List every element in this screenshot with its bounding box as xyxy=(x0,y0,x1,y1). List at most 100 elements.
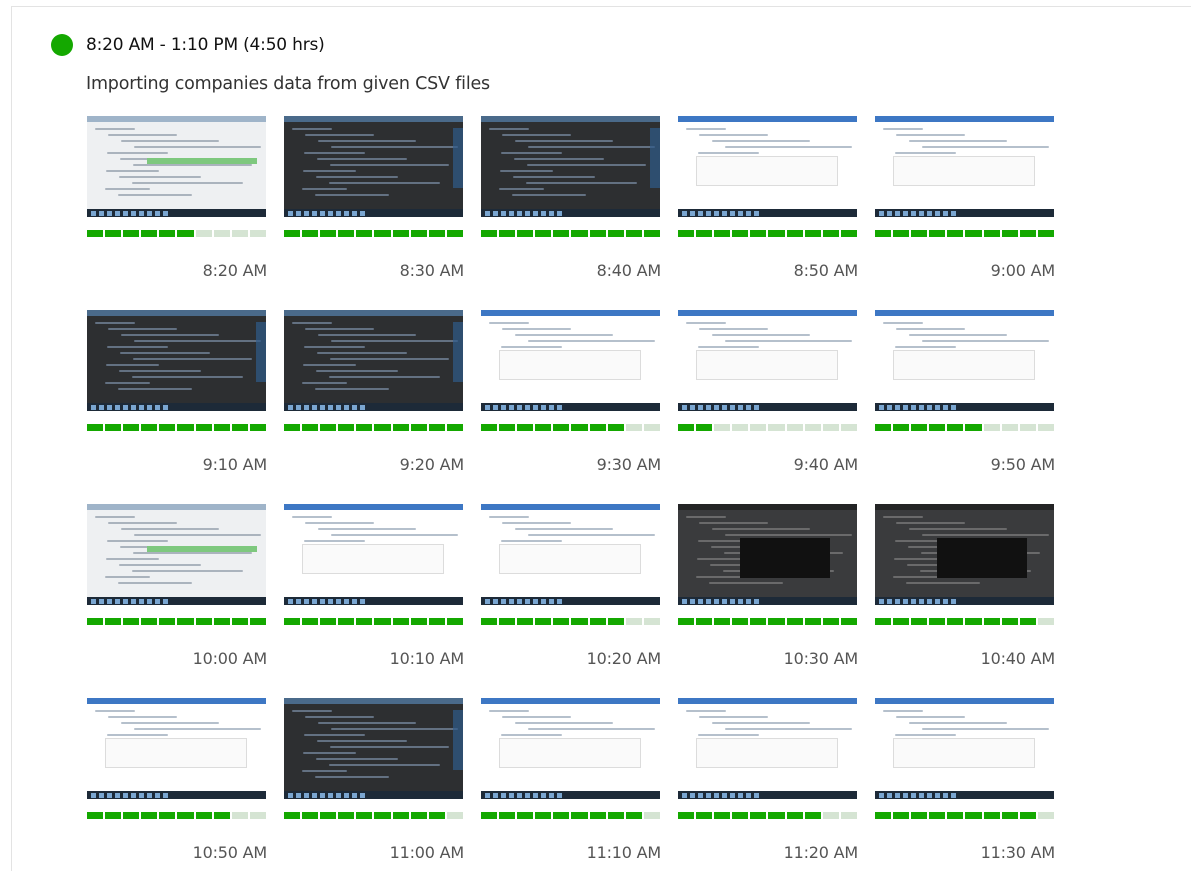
thumbnail-text-line xyxy=(318,140,416,142)
taskbar-app-icon xyxy=(951,211,956,216)
taskbar-app-icon xyxy=(131,405,136,410)
taskbar-app-icon xyxy=(320,793,325,798)
thumbnail-text-line xyxy=(709,582,783,584)
thumbnail-text-line xyxy=(121,140,219,142)
taskbar-app-icon xyxy=(147,793,152,798)
screenshot-thumbnail[interactable] xyxy=(284,310,463,411)
taskbar-app-icon xyxy=(541,793,546,798)
activity-segment xyxy=(231,618,248,625)
thumbnail-text-line xyxy=(698,346,759,348)
activity-segment xyxy=(875,812,892,819)
taskbar-app-icon xyxy=(312,793,317,798)
taskbar-app-icon xyxy=(706,211,711,216)
activity-segment xyxy=(481,618,498,625)
taskbar-app-icon xyxy=(533,405,538,410)
taskbar-app-icon xyxy=(99,793,104,798)
screenshot-thumbnail[interactable] xyxy=(875,504,1054,605)
thumbnail-text-line xyxy=(305,328,374,330)
screenshot-thumbnail[interactable] xyxy=(875,116,1054,217)
screenshot-thumbnail[interactable] xyxy=(284,504,463,605)
screenshot-thumbnail[interactable] xyxy=(481,310,660,411)
activity-segment xyxy=(553,812,570,819)
taskbar-app-icon xyxy=(99,211,104,216)
snapshot-time: 11:20 AM xyxy=(783,843,859,862)
screenshot-thumbnail[interactable] xyxy=(87,116,266,217)
taskbar-app-icon xyxy=(312,599,317,604)
session-memo: Importing companies data from given CSV … xyxy=(86,74,490,94)
activity-segment xyxy=(195,230,212,237)
taskbar-app-icon xyxy=(155,405,160,410)
activity-segment xyxy=(141,812,158,819)
taskbar-app-icon xyxy=(690,405,695,410)
taskbar-app-icon xyxy=(903,405,908,410)
activity-segment xyxy=(840,230,857,237)
thumbnail-text-line xyxy=(303,752,356,754)
screenshot-thumbnail[interactable] xyxy=(284,698,463,799)
screenshot-thumbnail[interactable] xyxy=(87,310,266,411)
activity-segment xyxy=(607,230,624,237)
snapshot-time: 8:50 AM xyxy=(793,261,859,280)
thumbnail-text-line xyxy=(318,722,416,724)
taskbar-app-icon xyxy=(344,405,349,410)
screenshot-thumbnail[interactable] xyxy=(875,310,1054,411)
screenshot-thumbnail[interactable] xyxy=(87,504,266,605)
thumbnail-text-line xyxy=(502,134,571,136)
thumbnail-text-line xyxy=(118,194,192,196)
thumbnail-text-line xyxy=(134,728,261,730)
activity-segment xyxy=(643,424,660,431)
activity-segment xyxy=(947,230,964,237)
screenshot-thumbnail[interactable] xyxy=(678,698,857,799)
activity-segment xyxy=(607,424,624,431)
snapshot-time: 9:00 AM xyxy=(990,261,1056,280)
activity-segment xyxy=(804,812,821,819)
taskbar-app-icon xyxy=(288,599,293,604)
taskbar-app-icon xyxy=(722,211,727,216)
screenshot-thumbnail[interactable] xyxy=(678,504,857,605)
taskbar-app-icon xyxy=(722,793,727,798)
thumbnail-text-line xyxy=(895,346,956,348)
taskbar-app-icon xyxy=(714,793,719,798)
thumbnail-titlebar xyxy=(875,698,1054,704)
screenshot-thumbnail[interactable] xyxy=(678,116,857,217)
activity-segment xyxy=(678,230,695,237)
taskbar-app-icon xyxy=(722,599,727,604)
taskbar-app-icon xyxy=(517,599,522,604)
screenshot-thumbnail[interactable] xyxy=(678,310,857,411)
taskbar-app-icon xyxy=(485,599,490,604)
thumbnail-text-line xyxy=(514,158,604,160)
taskbar-app-icon xyxy=(147,405,152,410)
screenshot-thumbnail[interactable] xyxy=(875,698,1054,799)
taskbar-app-icon xyxy=(131,211,136,216)
taskbar-app-icon xyxy=(509,793,514,798)
screenshot-thumbnail[interactable] xyxy=(481,698,660,799)
screenshot-thumbnail[interactable] xyxy=(481,504,660,605)
activity-segment xyxy=(1037,424,1054,431)
thumbnail-text-line xyxy=(302,188,347,190)
activity-segment xyxy=(499,812,516,819)
thumbnail-text-line xyxy=(292,322,332,324)
activity-segment xyxy=(481,812,498,819)
screenshot-thumbnail[interactable] xyxy=(87,698,266,799)
thumbnail-text-line xyxy=(712,528,810,530)
activity-segment xyxy=(822,230,839,237)
taskbar-app-icon xyxy=(501,599,506,604)
activity-segment xyxy=(965,812,982,819)
thumbnail-text-line xyxy=(330,164,449,166)
activity-segment xyxy=(535,424,552,431)
screenshot-thumbnail[interactable] xyxy=(481,116,660,217)
thumbnail-content-box xyxy=(499,544,641,574)
activity-segment xyxy=(249,812,266,819)
taskbar-app-icon xyxy=(304,599,309,604)
thumbnail-text-line xyxy=(331,340,458,342)
thumbnail-text-line xyxy=(315,194,389,196)
thumbnail-text-line xyxy=(120,352,210,354)
thumbnail-text-line xyxy=(119,176,201,178)
activity-segment xyxy=(696,618,713,625)
screenshot-thumbnail[interactable] xyxy=(284,116,463,217)
taskbar-app-icon xyxy=(541,211,546,216)
taskbar-app-icon xyxy=(533,793,538,798)
activity-meter xyxy=(284,424,463,431)
taskbar-app-icon xyxy=(730,793,735,798)
thumbnail-text-line xyxy=(95,322,135,324)
snapshot-time: 9:10 AM xyxy=(202,455,268,474)
